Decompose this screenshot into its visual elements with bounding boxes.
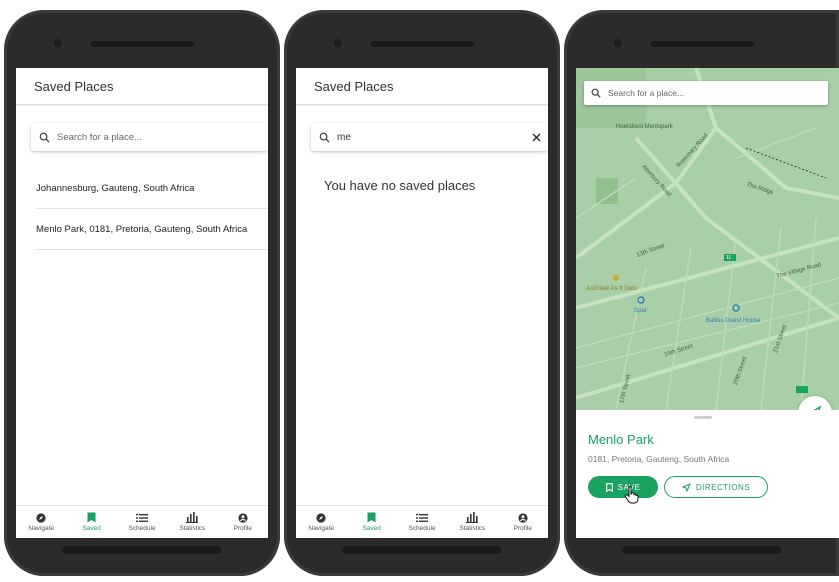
nav-item-navigate[interactable]: Navigate: [296, 506, 346, 538]
camera: [614, 39, 622, 47]
list-icon: [416, 513, 429, 522]
home-bar: [622, 546, 782, 554]
map-label-poi: AsGreek As It Gets: [586, 286, 638, 292]
save-button[interactable]: SAVE: [588, 476, 658, 498]
list-item[interactable]: Johannesburg, Gauteng, South Africa: [36, 168, 268, 209]
account-icon: [238, 512, 248, 523]
compass-icon: [36, 512, 46, 523]
list-item[interactable]: Menlo Park, 0181, Pretoria, Gauteng, Sou…: [36, 209, 268, 250]
nav-label: Navigate: [308, 524, 335, 532]
page-title: Saved Places: [16, 68, 268, 105]
map-roads: [576, 68, 839, 410]
map-view[interactable]: Hoerskool Menlopark Atterbury Road Rosem…: [576, 68, 839, 410]
search-icon: [311, 132, 337, 143]
bottom-nav: Navigate Saved Schedule Statistics Profi…: [16, 505, 268, 538]
map-search-input[interactable]: Search for a place...: [584, 81, 828, 105]
nav-label: Navigate: [28, 524, 55, 532]
directions-button[interactable]: DIRECTIONS: [664, 476, 768, 498]
nav-label: Profile: [513, 524, 533, 532]
nav-item-schedule[interactable]: Schedule: [117, 506, 167, 538]
home-bar: [342, 546, 502, 554]
nav-label: Statistics: [459, 525, 486, 532]
saved-places-screen: Saved Places Search for a place... Johan…: [16, 68, 268, 538]
account-icon: [518, 512, 528, 523]
search-placeholder: Search for a place...: [608, 88, 685, 98]
search-icon: [584, 88, 608, 98]
speaker: [370, 41, 474, 47]
directions-label: DIRECTIONS: [695, 482, 751, 492]
close-icon[interactable]: [524, 130, 548, 145]
nav-item-saved[interactable]: Saved: [66, 506, 116, 538]
saved-places-search-screen: Saved Places me You have no saved places…: [296, 68, 548, 538]
nav-label: Schedule: [408, 524, 436, 532]
camera: [54, 39, 62, 47]
place-name: Menlo Park: [588, 432, 654, 447]
page-title: Saved Places: [296, 68, 548, 105]
home-bar: [62, 546, 222, 554]
bookmark-outline-icon: [605, 482, 613, 492]
speaker: [650, 41, 754, 47]
nav-item-statistics[interactable]: Statistics: [447, 506, 497, 538]
speaker: [90, 41, 194, 47]
bookmark-icon: [87, 512, 96, 523]
nav-label: Saved: [82, 525, 101, 532]
bar-chart-icon: [466, 512, 479, 523]
nav-item-navigate[interactable]: Navigate: [16, 506, 66, 538]
saved-places-list: Johannesburg, Gauteng, South Africa Menl…: [36, 168, 268, 250]
phone-frame-1: Saved Places Search for a place... Johan…: [4, 10, 280, 576]
search-placeholder: Search for a place...: [57, 131, 143, 143]
nav-item-profile[interactable]: Profile: [498, 506, 548, 538]
compass-icon: [316, 512, 326, 523]
map-label-poi: Spar: [634, 308, 647, 314]
nav-item-saved[interactable]: Saved: [346, 506, 396, 538]
nav-label: Profile: [233, 524, 253, 532]
search-input[interactable]: me: [311, 123, 548, 151]
bookmark-icon: [367, 512, 376, 523]
search-input[interactable]: Search for a place...: [31, 123, 268, 151]
route-badge: 11: [726, 255, 732, 261]
phone-frame-2: Saved Places me You have no saved places…: [284, 10, 560, 576]
drag-handle[interactable]: [694, 416, 712, 419]
search-value: me: [337, 131, 351, 143]
map-label-poi: Hoerskool Menlopark: [616, 124, 673, 130]
bottom-nav: Navigate Saved Schedule Statistics Profi…: [296, 505, 548, 538]
nav-label: Saved: [362, 525, 381, 532]
nav-label: Statistics: [179, 525, 206, 532]
nav-item-profile[interactable]: Profile: [218, 506, 268, 538]
nav-label: Schedule: [128, 524, 156, 532]
map-screen: Hoerskool Menlopark Atterbury Road Rosem…: [576, 68, 839, 538]
hand-cursor-icon: [624, 486, 639, 504]
nav-item-schedule[interactable]: Schedule: [397, 506, 447, 538]
place-address: 0181, Pretoria, Gauteng, South Africa: [588, 454, 730, 464]
phone-frame-3: Hoerskool Menlopark Atterbury Road Rosem…: [564, 10, 839, 576]
camera: [334, 39, 342, 47]
place-sheet: Menlo Park 0181, Pretoria, Gauteng, Sout…: [576, 410, 839, 538]
bar-chart-icon: [186, 512, 199, 523]
nav-item-statistics[interactable]: Statistics: [167, 506, 217, 538]
navigation-icon: [681, 482, 691, 492]
list-icon: [136, 513, 149, 522]
map-label-poi: Baltiss Guest House: [706, 318, 761, 324]
search-icon: [31, 132, 57, 143]
empty-message: You have no saved places: [324, 178, 476, 193]
